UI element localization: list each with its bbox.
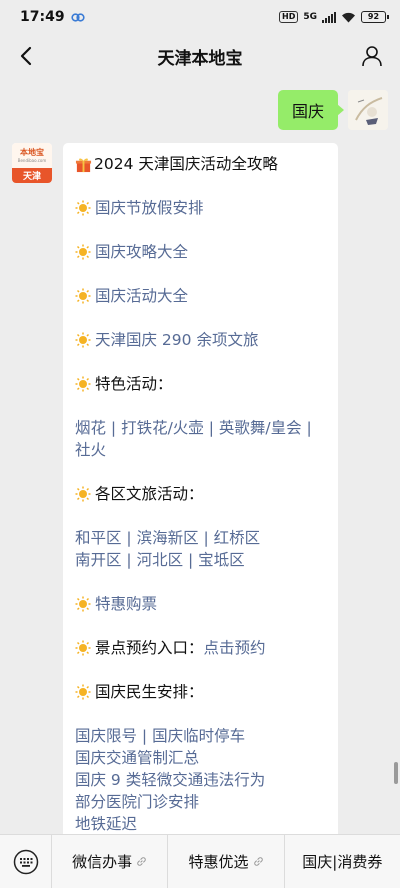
profile-button[interactable] bbox=[358, 42, 386, 70]
reply-title-line: 2024 天津国庆活动全攻略 bbox=[75, 153, 326, 175]
wifi-icon bbox=[342, 12, 355, 22]
clock: 17:49 bbox=[20, 9, 65, 25]
livelihood-link-2[interactable]: 国庆交通管制汇总 bbox=[75, 747, 326, 769]
keyboard-toggle-button[interactable] bbox=[0, 834, 52, 888]
sun-icon bbox=[75, 486, 91, 502]
livelihood-link-5[interactable]: 地铁延迟 bbox=[75, 813, 326, 835]
booking-line: 景点预约入口： 点击预约 bbox=[75, 637, 326, 659]
chevron-left-icon bbox=[20, 46, 32, 66]
link-guide[interactable]: 国庆攻略大全 bbox=[95, 241, 188, 263]
livelihood-heading-line: 国庆民生安排： bbox=[75, 681, 326, 703]
title-bar: 天津本地宝 bbox=[0, 34, 400, 78]
status-bar: 17:49 HD 5G 92 bbox=[0, 0, 400, 34]
reply-item-2[interactable]: 国庆攻略大全 bbox=[75, 241, 326, 263]
bottom-menu: 微信办事 特惠优选 国庆|消费券 bbox=[0, 834, 400, 888]
sent-text: 国庆 bbox=[291, 102, 324, 121]
sun-icon bbox=[75, 376, 91, 392]
hd-badge: HD bbox=[279, 11, 299, 23]
menu-national-day-coupons[interactable]: 国庆|消费券 bbox=[285, 835, 400, 888]
link-holiday-schedule[interactable]: 国庆节放假安排 bbox=[95, 197, 204, 219]
scrollbar-handle[interactable] bbox=[394, 762, 398, 784]
sun-icon bbox=[75, 640, 91, 656]
keyboard-icon bbox=[13, 849, 38, 874]
bot-city-label: 天津 bbox=[12, 168, 52, 183]
features-heading-line: 特色活动： bbox=[75, 373, 326, 395]
reply-title: 2024 天津国庆活动全攻略 bbox=[94, 155, 278, 173]
features-heading: 特色活动： bbox=[95, 375, 173, 393]
status-left: 17:49 bbox=[20, 9, 85, 25]
discount-line[interactable]: 特惠购票 bbox=[75, 593, 326, 615]
self-avatar[interactable] bbox=[348, 90, 388, 130]
livelihood-link-3[interactable]: 国庆 9 类轻微交通违法行为 bbox=[75, 769, 326, 791]
district-heading-line: 各区文旅活动： bbox=[75, 483, 326, 505]
link-icon bbox=[253, 857, 263, 866]
menu-special-offers[interactable]: 特惠优选 bbox=[168, 834, 285, 888]
menu-item-label: 微信办事 bbox=[72, 853, 133, 871]
gift-icon bbox=[75, 158, 92, 172]
reply-bubble: 2024 天津国庆活动全攻略 国庆节放假安排 国庆攻略大全 国庆活动大全 天津国… bbox=[63, 143, 338, 843]
network-badge: 5G bbox=[303, 12, 317, 22]
booking-label: 景点预约入口： bbox=[95, 639, 204, 657]
reply-item-3[interactable]: 国庆活动大全 bbox=[75, 285, 326, 307]
sun-icon bbox=[75, 684, 91, 700]
battery-icon: 92 bbox=[361, 11, 389, 23]
sent-message-row: 国庆 bbox=[277, 90, 388, 130]
menu-wechat-services[interactable]: 微信办事 bbox=[52, 834, 169, 888]
sun-icon bbox=[75, 200, 91, 216]
link-activities[interactable]: 国庆活动大全 bbox=[95, 285, 188, 307]
menu-item-label: 国庆|消费券 bbox=[302, 853, 383, 871]
person-icon bbox=[362, 46, 382, 67]
avatar-illustration bbox=[348, 90, 388, 130]
sun-icon bbox=[75, 244, 91, 260]
signal-icon bbox=[322, 11, 336, 23]
livelihood-link-4[interactable]: 部分医院门诊安排 bbox=[75, 791, 326, 813]
link-booking[interactable]: 点击预约 bbox=[204, 637, 266, 659]
features-links-line1[interactable]: 烟花 | 打铁花/火壶 | 英歌舞/皇会 | bbox=[75, 417, 326, 439]
livelihood-heading: 国庆民生安排： bbox=[95, 683, 204, 701]
bot-avatar[interactable]: 本地宝 Bendibao.com 天津 bbox=[12, 143, 52, 183]
sun-icon bbox=[75, 332, 91, 348]
livelihood-link-1[interactable]: 国庆限号 | 国庆临时停车 bbox=[75, 725, 326, 747]
reply-item-4[interactable]: 天津国庆 290 余项文旅 bbox=[75, 329, 326, 351]
link-icon bbox=[137, 857, 146, 866]
bot-avatar-logo: 本地宝 Bendibao.com bbox=[12, 143, 52, 168]
link-discount-tickets[interactable]: 特惠购票 bbox=[95, 593, 157, 615]
status-right: HD 5G 92 bbox=[279, 11, 389, 23]
bot-logo-subtext: Bendibao.com bbox=[17, 158, 47, 163]
page-title: 天津本地宝 bbox=[157, 48, 243, 69]
features-links-line2[interactable]: 社火 bbox=[75, 439, 326, 461]
sun-icon bbox=[75, 596, 91, 612]
back-button[interactable] bbox=[12, 42, 40, 70]
bot-logo-text: 本地宝 bbox=[20, 148, 44, 157]
link-cultural-tourism[interactable]: 天津国庆 290 余项文旅 bbox=[95, 329, 258, 351]
sun-icon bbox=[75, 288, 91, 304]
district-links-line2[interactable]: 南开区 | 河北区 | 宝坻区 bbox=[75, 549, 326, 571]
reply-item-1[interactable]: 国庆节放假安排 bbox=[75, 197, 326, 219]
menu-item-label: 特惠优选 bbox=[188, 853, 249, 871]
sent-bubble[interactable]: 国庆 bbox=[277, 90, 345, 130]
district-heading: 各区文旅活动： bbox=[95, 485, 204, 503]
district-links-line1[interactable]: 和平区 | 滨海新区 | 红桥区 bbox=[75, 527, 326, 549]
link-status-icon bbox=[70, 12, 85, 22]
